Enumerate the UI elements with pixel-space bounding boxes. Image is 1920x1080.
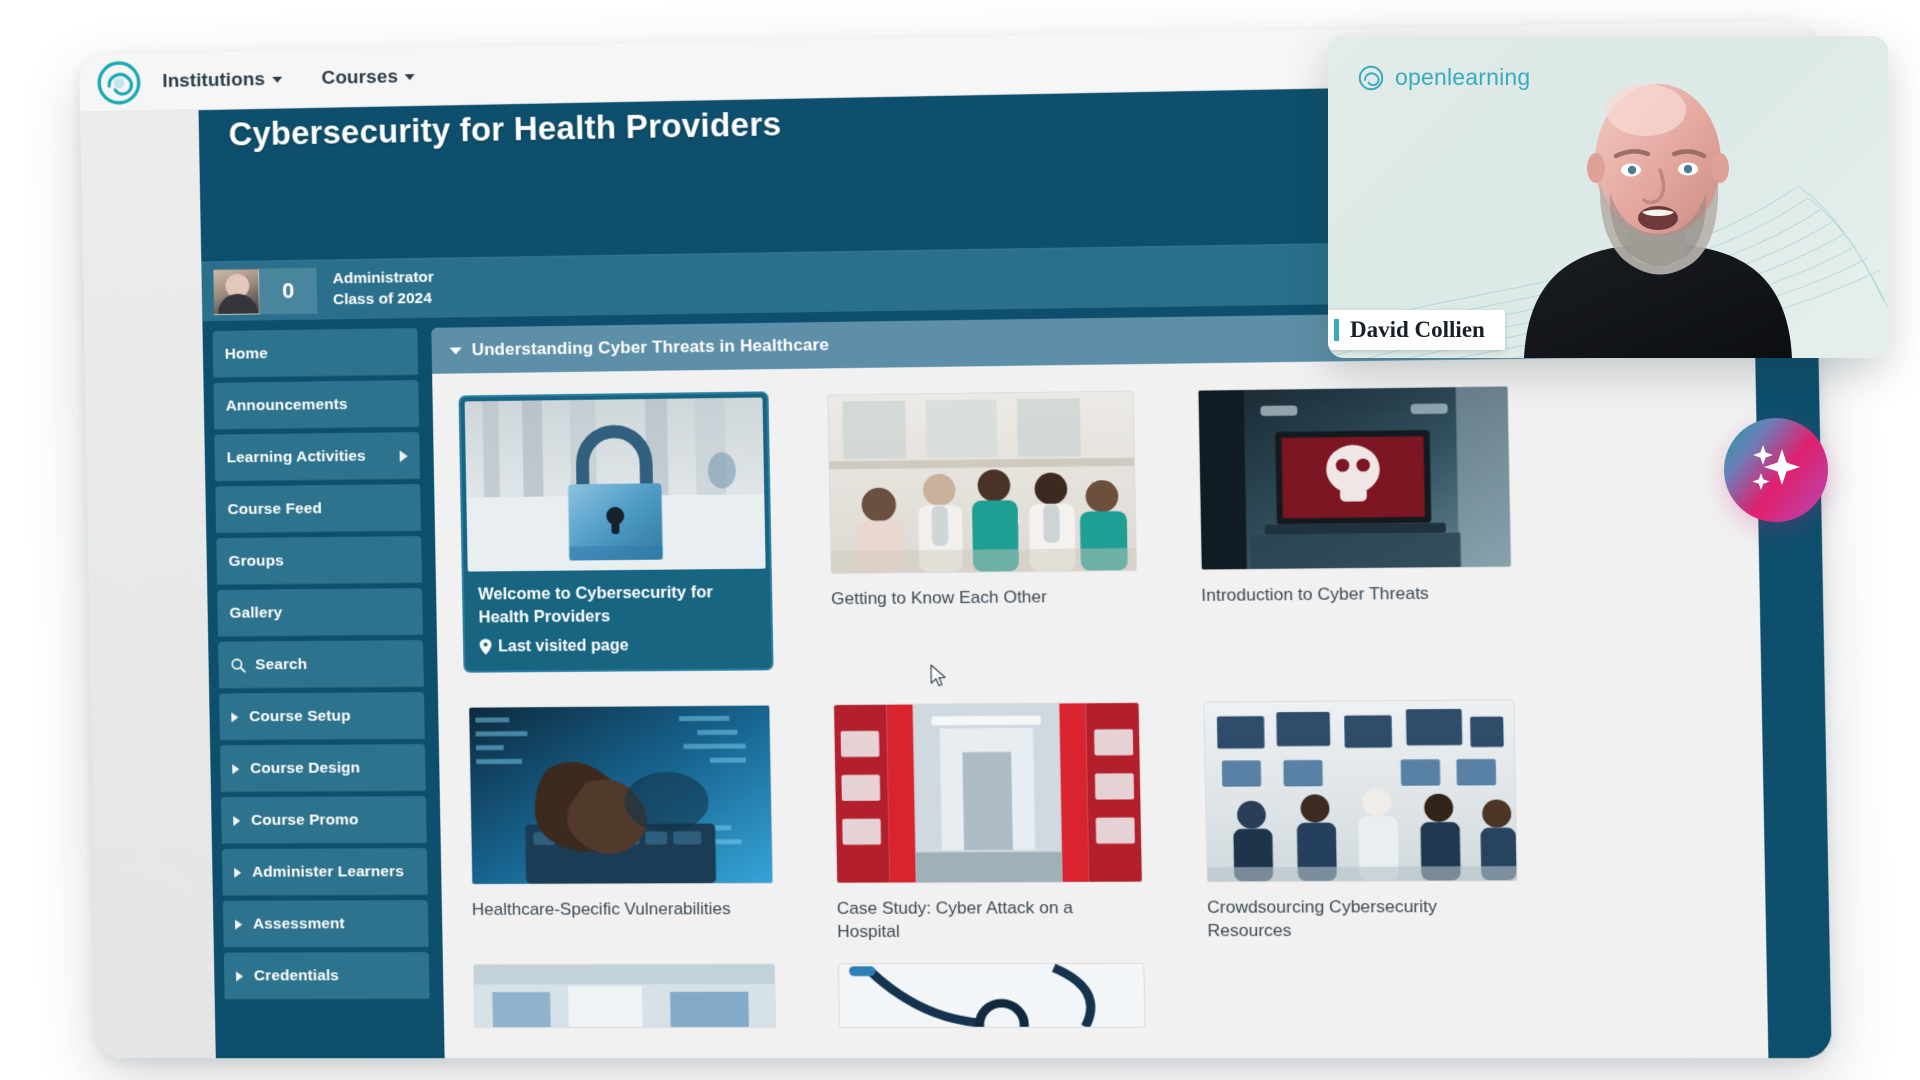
red-alert-hospital-corridor-photo	[833, 701, 1143, 884]
sidebar-item-groups[interactable]: Groups	[216, 536, 422, 586]
screenshot-stage: Institutions Courses Cybersecurity for H…	[0, 0, 1920, 1080]
page-title: Cybersecurity for Health Providers	[228, 105, 782, 153]
speaker-name-label: David Collien	[1350, 317, 1485, 342]
sidebar-item-label: Announcements	[225, 395, 348, 415]
sidebar-item-label: Course Feed	[227, 499, 323, 518]
activity-card-title: Welcome to Cybersecurity for Health Prov…	[477, 583, 714, 627]
sidebar-item-credentials[interactable]: Credentials	[223, 952, 430, 1000]
sidebar-item-label: Groups	[228, 551, 284, 570]
status-badge-label: Last visited page	[497, 636, 629, 655]
sidebar-item-label: Course Setup	[249, 707, 351, 725]
activity-card-intro-cyber-threats[interactable]: Introduction to Cyber Threats	[1197, 385, 1513, 667]
chevron-right-icon	[233, 815, 241, 826]
sidebar-item-label: Search	[255, 655, 308, 673]
nav-item-courses[interactable]: Courses	[321, 65, 416, 90]
status-badge: Last visited page	[469, 636, 767, 657]
activity-card-title: Introduction to Cyber Threats	[1201, 583, 1430, 606]
padlock-photo	[464, 397, 766, 572]
activity-card-grid: Welcome to Cybersecurity for Health Prov…	[432, 355, 1767, 945]
chevron-down-icon	[271, 76, 282, 83]
sidebar-item-course-design[interactable]: Course Design	[220, 744, 426, 793]
chevron-right-icon	[236, 970, 244, 981]
accent-bar	[1334, 319, 1339, 341]
chevron-right-icon	[235, 919, 243, 930]
openlearning-logo-text: openlearning	[1395, 64, 1531, 90]
search-icon	[230, 657, 246, 673]
speaker-video-frame	[1518, 58, 1798, 358]
activity-card-partial-3[interactable]	[1208, 962, 1520, 1028]
avatar[interactable]	[213, 268, 260, 315]
chevron-right-icon	[231, 711, 239, 722]
sidebar-item-label: Credentials	[253, 966, 340, 984]
openlearning-logo-icon[interactable]	[97, 60, 142, 105]
location-pin-icon	[479, 638, 491, 654]
chevron-down-icon	[404, 73, 416, 80]
healthcare-workers-group-photo	[827, 390, 1138, 575]
user-role-label: Administrator	[332, 268, 435, 288]
activity-card-healthcare-vulnerabilities[interactable]: Healthcare-Specific Vulnerabilities	[468, 704, 774, 944]
activity-card-case-study-hospital[interactable]: Case Study: Cyber Attack on a Hospital	[833, 701, 1144, 943]
video-overlay[interactable]: openlearning David Collien	[1328, 36, 1888, 358]
activity-card-title: Getting to Know Each Other	[830, 587, 1048, 609]
stethoscope-photo	[837, 963, 1146, 1029]
sidebar-item-label: Course Design	[250, 758, 361, 777]
nav-item-institutions[interactable]: Institutions	[162, 68, 282, 92]
user-class-label: Class of 2024	[332, 289, 432, 308]
right-rail	[1756, 297, 1832, 1059]
activity-card-crowdsourcing-resources[interactable]: Crowdsourcing Cybersecurity Resources	[1203, 698, 1519, 943]
course-main: Home Announcements Learning Activities C…	[202, 297, 1831, 1059]
sidebar-item-label: Learning Activities	[226, 447, 366, 466]
activity-card-title: Crowdsourcing Cybersecurity Resources	[1206, 896, 1438, 941]
sidebar-item-course-feed[interactable]: Course Feed	[215, 484, 421, 534]
hospital-corridor-skull-screen-photo	[1197, 385, 1512, 571]
user-meta: Administrator Class of 2024	[332, 268, 434, 310]
sidebar-item-label: Gallery	[229, 603, 283, 622]
openlearning-logo: openlearning	[1358, 64, 1530, 91]
sidebar-item-assessment[interactable]: Assessment	[222, 900, 429, 948]
sidebar-item-gallery[interactable]: Gallery	[217, 588, 423, 637]
sidebar-item-label: Assessment	[252, 914, 345, 933]
activity-card-title: Healthcare-Specific Vulnerabilities	[471, 898, 731, 919]
sidebar-item-announcements[interactable]: Announcements	[213, 380, 420, 430]
activity-card-partial-2[interactable]	[837, 963, 1146, 1029]
content-panel: Understanding Cyber Threats in Healthcar…	[431, 308, 1769, 1059]
left-gutter	[80, 110, 216, 1059]
sidebar-item-search[interactable]: Search	[218, 640, 424, 689]
activity-card-partial-1[interactable]	[472, 963, 777, 1029]
sidebar-item-label: Course Promo	[250, 810, 359, 829]
activity-card-getting-to-know[interactable]: Getting to Know Each Other	[827, 390, 1138, 670]
ai-assistant-button[interactable]	[1724, 418, 1828, 522]
chevron-right-icon	[234, 867, 242, 878]
sidebar-item-course-promo[interactable]: Course Promo	[220, 796, 427, 844]
sidebar-item-label: Home	[224, 344, 269, 363]
activity-card-title: Case Study: Cyber Attack on a Hospital	[836, 897, 1074, 942]
sidebar-item-home[interactable]: Home	[212, 328, 419, 378]
hospital-room-photo	[472, 963, 777, 1029]
sidebar-item-learning-activities[interactable]: Learning Activities	[214, 432, 421, 482]
sparkle-icon	[1752, 445, 1800, 490]
hands-keyboard-data-photo	[468, 704, 774, 885]
activity-card-grid-next-row	[442, 941, 1768, 1029]
activity-card-welcome[interactable]: Welcome to Cybersecurity for Health Prov…	[458, 391, 774, 673]
sidebar-item-course-setup[interactable]: Course Setup	[219, 692, 425, 741]
chevron-right-icon	[232, 763, 240, 774]
sidebar-item-label: Administer Learners	[251, 862, 405, 881]
nav-item-institutions-label: Institutions	[162, 68, 266, 92]
openlearning-logo-icon	[1358, 65, 1384, 90]
course-sidebar: Home Announcements Learning Activities C…	[212, 328, 430, 1058]
chevron-down-icon	[449, 346, 462, 355]
sidebar-item-administer-learners[interactable]: Administer Learners	[221, 848, 428, 896]
security-operations-room-photo	[1203, 698, 1518, 882]
section-title: Understanding Cyber Threats in Healthcar…	[471, 335, 830, 360]
speaker-name-tag: David Collien	[1328, 310, 1505, 350]
chevron-right-icon	[399, 449, 408, 462]
nav-item-courses-label: Courses	[321, 65, 399, 89]
points-badge: 0	[258, 267, 318, 314]
